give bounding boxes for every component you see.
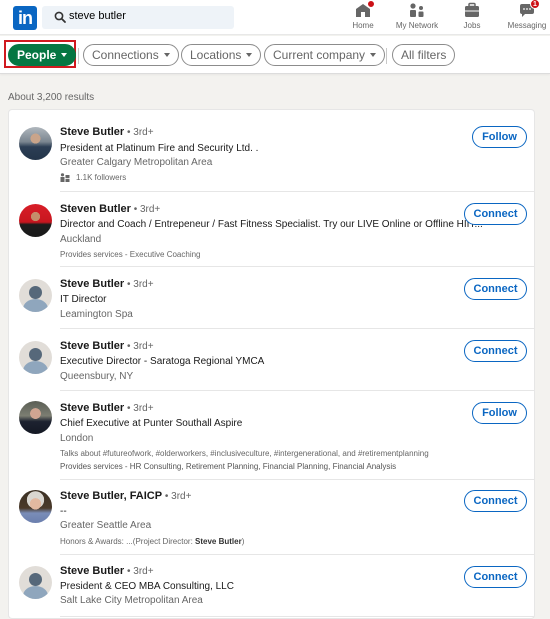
- results-list: Steve Butler • 3rd+ President at Platinu…: [8, 109, 535, 619]
- briefcase-icon: [463, 2, 481, 18]
- avatar[interactable]: [19, 279, 52, 312]
- results-count: About 3,200 results: [8, 92, 95, 103]
- result-services: Provides services - HR Consulting, Retir…: [60, 462, 397, 471]
- result-services: Provides services - Executive Coaching: [60, 250, 201, 259]
- nav-jobs-label: Jobs: [463, 21, 481, 30]
- result-headline: --: [60, 506, 67, 517]
- avatar[interactable]: [19, 490, 52, 523]
- caret-down-icon: [61, 52, 68, 57]
- avatar-placeholder-icon: [29, 573, 42, 586]
- filter-connections[interactable]: Connections: [83, 44, 179, 66]
- nav-my-network[interactable]: My Network: [391, 2, 443, 30]
- result-location: Greater Calgary Metropolitan Area: [60, 157, 213, 168]
- result-followers: 1.1K followers: [60, 173, 126, 183]
- result-headline: Chief Executive at Punter Southall Aspir…: [60, 418, 243, 429]
- result-name[interactable]: Steven Butler: [60, 203, 131, 215]
- nav-jobs[interactable]: Jobs: [446, 2, 498, 30]
- result-item[interactable]: Steven Butler • 3rd+ Director and Coach …: [9, 192, 534, 267]
- result-headline: IT Director: [60, 294, 107, 305]
- result-item[interactable]: Steve Butler • 3rd+ Executive Director -…: [9, 329, 534, 391]
- result-name[interactable]: Steve Butler: [60, 126, 124, 138]
- home-icon: [354, 0, 375, 18]
- connect-button[interactable]: Connect: [464, 566, 527, 588]
- connection-degree: • 3rd+: [124, 403, 154, 414]
- connect-button[interactable]: Connect: [464, 340, 527, 362]
- result-name[interactable]: Steve Butler: [60, 340, 124, 352]
- filter-divider: [78, 48, 79, 64]
- caret-down-icon: [163, 52, 170, 57]
- result-name[interactable]: Steve Butler: [60, 278, 124, 290]
- avatar-placeholder-icon: [29, 286, 42, 299]
- followers-icon: [60, 173, 70, 183]
- connection-degree: • 3rd+: [162, 491, 192, 502]
- filter-people[interactable]: People: [8, 44, 77, 66]
- notification-dot: [367, 0, 375, 8]
- search-query: steve butler: [69, 10, 126, 22]
- result-item[interactable]: Steve Butler • 3rd+ IT Director Leamingt…: [9, 267, 534, 329]
- linkedin-logo[interactable]: in: [13, 6, 37, 30]
- connection-degree: • 3rd+: [124, 341, 154, 352]
- search-input[interactable]: steve butler: [42, 6, 234, 29]
- connection-degree: • 3rd+: [130, 204, 161, 215]
- caret-down-icon: [246, 52, 253, 57]
- result-headline: Director and Coach / Entrepeneur / Fast …: [60, 219, 483, 230]
- result-talks-about: Talks about #futureofwork, #olderworkers…: [60, 449, 429, 458]
- avatar[interactable]: [19, 127, 52, 160]
- nav-home[interactable]: Home: [337, 0, 389, 30]
- filter-current-company[interactable]: Current company: [264, 44, 386, 66]
- result-location: Salt Lake City Metropolitan Area: [60, 595, 203, 606]
- filter-locations[interactable]: Locations: [181, 44, 262, 66]
- nav-home-label: Home: [352, 21, 374, 30]
- result-item[interactable]: Steve Butler, FAICP • 3rd+ -- Greater Se…: [9, 480, 534, 555]
- result-name[interactable]: Steve Butler: [60, 402, 124, 414]
- avatar[interactable]: [19, 566, 52, 599]
- filter-all-filters[interactable]: All filters: [392, 44, 456, 66]
- nav-my-network-label: My Network: [395, 21, 439, 30]
- result-headline: President & CEO MBA Consulting, LLC: [60, 581, 234, 592]
- result-location: Leamington Spa: [60, 309, 133, 320]
- avatar[interactable]: [19, 401, 52, 434]
- filter-divider: [386, 48, 387, 64]
- connection-degree: • 3rd+: [124, 127, 154, 138]
- avatar-placeholder-icon: [29, 348, 42, 361]
- search-icon: [54, 11, 66, 23]
- result-location: London: [60, 433, 94, 444]
- connection-degree: • 3rd+: [124, 279, 154, 290]
- result-location: Auckland: [60, 234, 102, 245]
- search-filter-bar: People Connections Locations Current com…: [0, 36, 550, 74]
- follow-button[interactable]: Follow: [472, 126, 527, 148]
- avatar[interactable]: [19, 341, 52, 374]
- connect-button[interactable]: Connect: [464, 203, 527, 225]
- nav-messaging[interactable]: 1 Messaging: [501, 0, 550, 30]
- nav-messaging-label: Messaging: [507, 21, 547, 30]
- result-item[interactable]: Steve Butler • 3rd+ President at Platinu…: [9, 110, 534, 192]
- result-location: Greater Seattle Area: [60, 520, 152, 531]
- connection-degree: • 3rd+: [124, 566, 154, 577]
- result-name[interactable]: Steve Butler, FAICP: [60, 490, 162, 502]
- caret-down-icon: [370, 52, 377, 57]
- divider: [60, 616, 534, 617]
- result-item[interactable]: Steve Butler • 3rd+ President & CEO MBA …: [9, 555, 534, 617]
- result-honors: Honors & Awards: ...(Project Director: S…: [60, 537, 245, 546]
- result-name[interactable]: Steve Butler: [60, 565, 124, 577]
- messaging-icon: 1: [518, 0, 540, 18]
- result-headline: Executive Director - Saratoga Regional Y…: [60, 356, 265, 367]
- result-headline: President at Platinum Fire and Security …: [60, 143, 259, 154]
- network-icon: [408, 2, 426, 18]
- follow-button[interactable]: Follow: [472, 402, 527, 424]
- connect-button[interactable]: Connect: [464, 278, 527, 300]
- connect-button[interactable]: Connect: [464, 490, 527, 512]
- avatar[interactable]: [19, 204, 52, 237]
- messaging-badge: 1: [530, 0, 540, 9]
- result-location: Queensbury, NY: [60, 371, 134, 382]
- result-item[interactable]: Steve Butler • 3rd+ Chief Executive at P…: [9, 391, 534, 480]
- top-nav-bar: in steve butler Home My Network Jobs 1 M…: [0, 0, 550, 35]
